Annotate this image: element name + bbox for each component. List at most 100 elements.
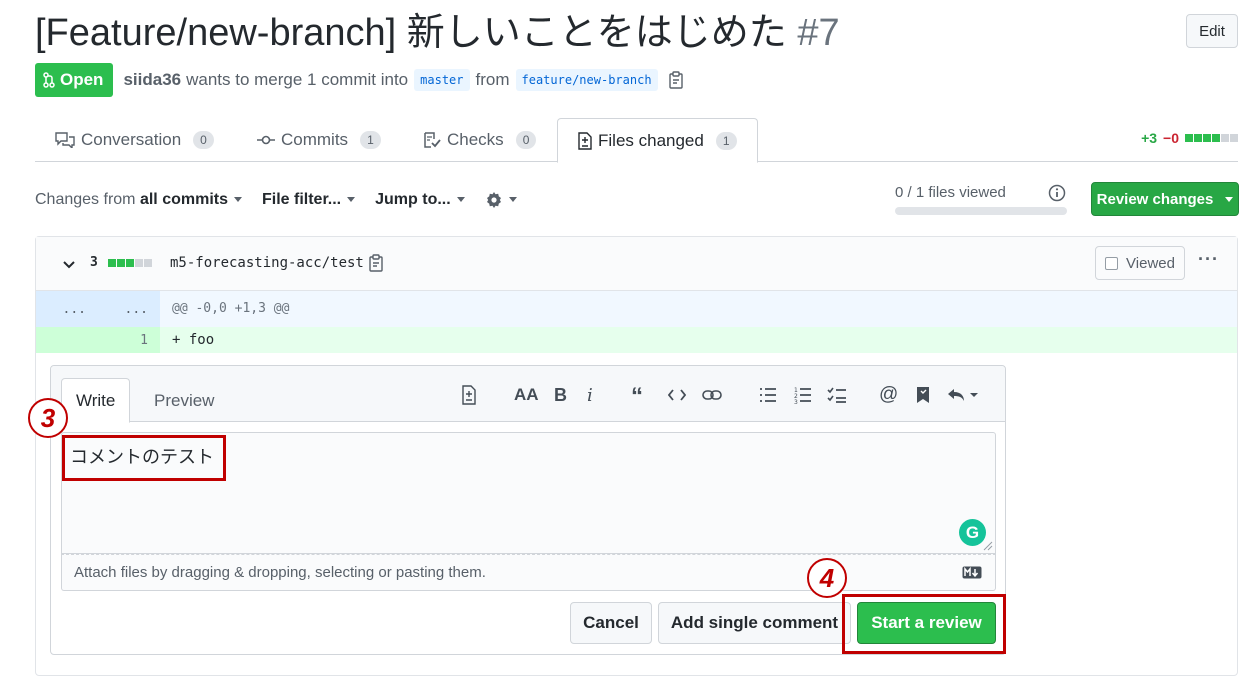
- additions-count: +3: [1141, 130, 1158, 146]
- tab-preview[interactable]: Preview: [140, 378, 228, 423]
- file-diff-icon: [578, 131, 592, 150]
- clipboard-icon[interactable]: [368, 254, 384, 277]
- jump-to-label: Jump to...: [375, 191, 451, 208]
- files-viewed-progress: [895, 207, 1067, 215]
- caret-down-icon: [347, 197, 356, 203]
- changes-from-value: all commits: [139, 191, 228, 208]
- files-viewed-count: 0 / 1 files viewed: [895, 184, 1006, 201]
- tab-files-changed-count: 1: [715, 131, 737, 150]
- line-code: + foo: [172, 332, 215, 348]
- caret-down-icon: [1225, 196, 1234, 202]
- git-pull-request-icon: [43, 72, 55, 88]
- review-changes-button[interactable]: Review changes: [1091, 182, 1239, 216]
- pr-meta: Open siida36 wants to merge 1 commit int…: [35, 63, 684, 97]
- hunk-expand-right[interactable]: ...: [98, 291, 160, 327]
- italic-icon[interactable]: i: [587, 384, 593, 406]
- task-list-icon[interactable]: [827, 384, 847, 406]
- attach-files-area[interactable]: Attach files by dragging & dropping, sel…: [61, 554, 996, 591]
- hunk-header: @@ -0,0 +1,3 @@: [172, 301, 290, 316]
- diffstat: +3 −0: [1141, 130, 1238, 146]
- tab-checks-label: Checks: [447, 130, 504, 149]
- changes-from-dropdown[interactable]: Changes from all commits: [35, 191, 242, 209]
- kebab-icon[interactable]: ···: [1198, 249, 1219, 270]
- clipboard-icon[interactable]: [668, 71, 684, 89]
- bold-icon[interactable]: B: [554, 384, 567, 406]
- bookmark-icon[interactable]: [916, 384, 930, 406]
- code-icon[interactable]: [668, 384, 686, 406]
- tab-checks[interactable]: Checks 0: [423, 118, 537, 162]
- tab-checks-count: 0: [515, 131, 537, 149]
- deletions-count: −0: [1163, 130, 1179, 146]
- chevron-down-icon[interactable]: [62, 257, 76, 275]
- caret-down-icon: [508, 197, 517, 203]
- caret-down-icon: [233, 197, 242, 203]
- tab-commits[interactable]: Commits 1: [257, 118, 381, 162]
- head-branch[interactable]: feature/new-branch: [515, 69, 658, 91]
- comment-form-tabs: Write Preview AA B i “ 123 @: [51, 366, 1005, 423]
- file-diffstat-blocks: [108, 259, 152, 267]
- grammarly-icon[interactable]: G: [959, 519, 986, 546]
- hunk-expand-left[interactable]: ...: [36, 291, 98, 327]
- viewed-label: Viewed: [1126, 254, 1175, 272]
- hunk-header-row: ... ... @@ -0,0 +1,3 @@: [36, 291, 1237, 327]
- quote-icon[interactable]: “: [631, 383, 643, 410]
- file-path[interactable]: m5-forecasting-acc/test: [170, 255, 364, 271]
- add-single-comment-button[interactable]: Add single comment: [658, 602, 851, 644]
- pr-tabs: Conversation 0 Commits 1 Checks 0 Files …: [35, 118, 1238, 163]
- reply-icon[interactable]: [947, 384, 979, 406]
- tab-conversation[interactable]: Conversation 0: [55, 118, 214, 162]
- annotation-step-3: 3: [28, 398, 68, 438]
- pr-title-text: [Feature/new-branch] 新しいことをはじめた: [35, 12, 787, 54]
- tab-conversation-label: Conversation: [81, 130, 182, 149]
- tab-files-changed[interactable]: Files changed 1: [557, 118, 758, 163]
- suggestion-icon[interactable]: [461, 384, 477, 406]
- author-link[interactable]: siida36: [123, 70, 181, 90]
- comment-discussion-icon: [55, 132, 75, 148]
- settings-dropdown[interactable]: [485, 191, 517, 209]
- status-badge: Open: [35, 63, 114, 97]
- mention-icon[interactable]: @: [879, 384, 898, 406]
- from-text: from: [475, 70, 510, 89]
- checklist-icon: [424, 132, 441, 148]
- pr-number: #7: [797, 12, 840, 54]
- line-number[interactable]: 1: [36, 327, 160, 353]
- caret-down-icon: [456, 197, 465, 203]
- annotation-box-start-review: [842, 594, 1006, 654]
- text-size-icon[interactable]: AA: [514, 384, 539, 406]
- diff-toolbar: Changes from all commits File filter... …: [35, 186, 517, 214]
- review-changes-label: Review changes: [1096, 190, 1214, 208]
- annotation-box-comment: [62, 435, 226, 481]
- file-changes-count: 3: [90, 255, 98, 270]
- git-commit-icon: [257, 135, 275, 145]
- pr-title: [Feature/new-branch] 新しいことをはじめた #7: [35, 8, 840, 58]
- file-header: 3 m5-forecasting-acc/test Viewed ···: [36, 237, 1237, 291]
- attach-files-text: Attach files by dragging & dropping, sel…: [74, 564, 486, 581]
- annotation-step-4: 4: [807, 558, 847, 598]
- tab-commits-label: Commits: [281, 130, 349, 149]
- changes-from-prefix: Changes from: [35, 191, 136, 208]
- merge-text: wants to merge 1 commit into: [186, 70, 409, 89]
- file-filter-dropdown[interactable]: File filter...: [261, 191, 356, 209]
- diff-line-added: 1 + foo: [36, 327, 1237, 353]
- edit-button[interactable]: Edit: [1186, 14, 1238, 48]
- svg-text:3: 3: [794, 399, 798, 404]
- jump-to-dropdown[interactable]: Jump to...: [375, 191, 465, 209]
- resize-handle-icon[interactable]: [983, 541, 993, 551]
- link-icon[interactable]: [702, 384, 722, 406]
- gear-icon: [486, 191, 501, 208]
- tab-conversation-count: 0: [193, 131, 214, 149]
- cancel-button[interactable]: Cancel: [570, 602, 652, 644]
- base-branch[interactable]: master: [414, 69, 470, 91]
- unordered-list-icon[interactable]: [759, 384, 777, 406]
- info-icon[interactable]: [1048, 184, 1066, 207]
- viewed-checkbox[interactable]: Viewed: [1095, 246, 1185, 280]
- file-filter-label: File filter...: [261, 191, 342, 208]
- tab-write[interactable]: Write: [61, 378, 131, 423]
- diffstat-blocks: [1185, 134, 1238, 142]
- ordered-list-icon[interactable]: 123: [794, 384, 812, 406]
- status-label: Open: [60, 70, 104, 89]
- markdown-icon[interactable]: [962, 566, 982, 584]
- tab-commits-count: 1: [360, 131, 381, 149]
- checkbox-icon: [1105, 256, 1119, 270]
- tab-files-changed-label: Files changed: [598, 130, 704, 150]
